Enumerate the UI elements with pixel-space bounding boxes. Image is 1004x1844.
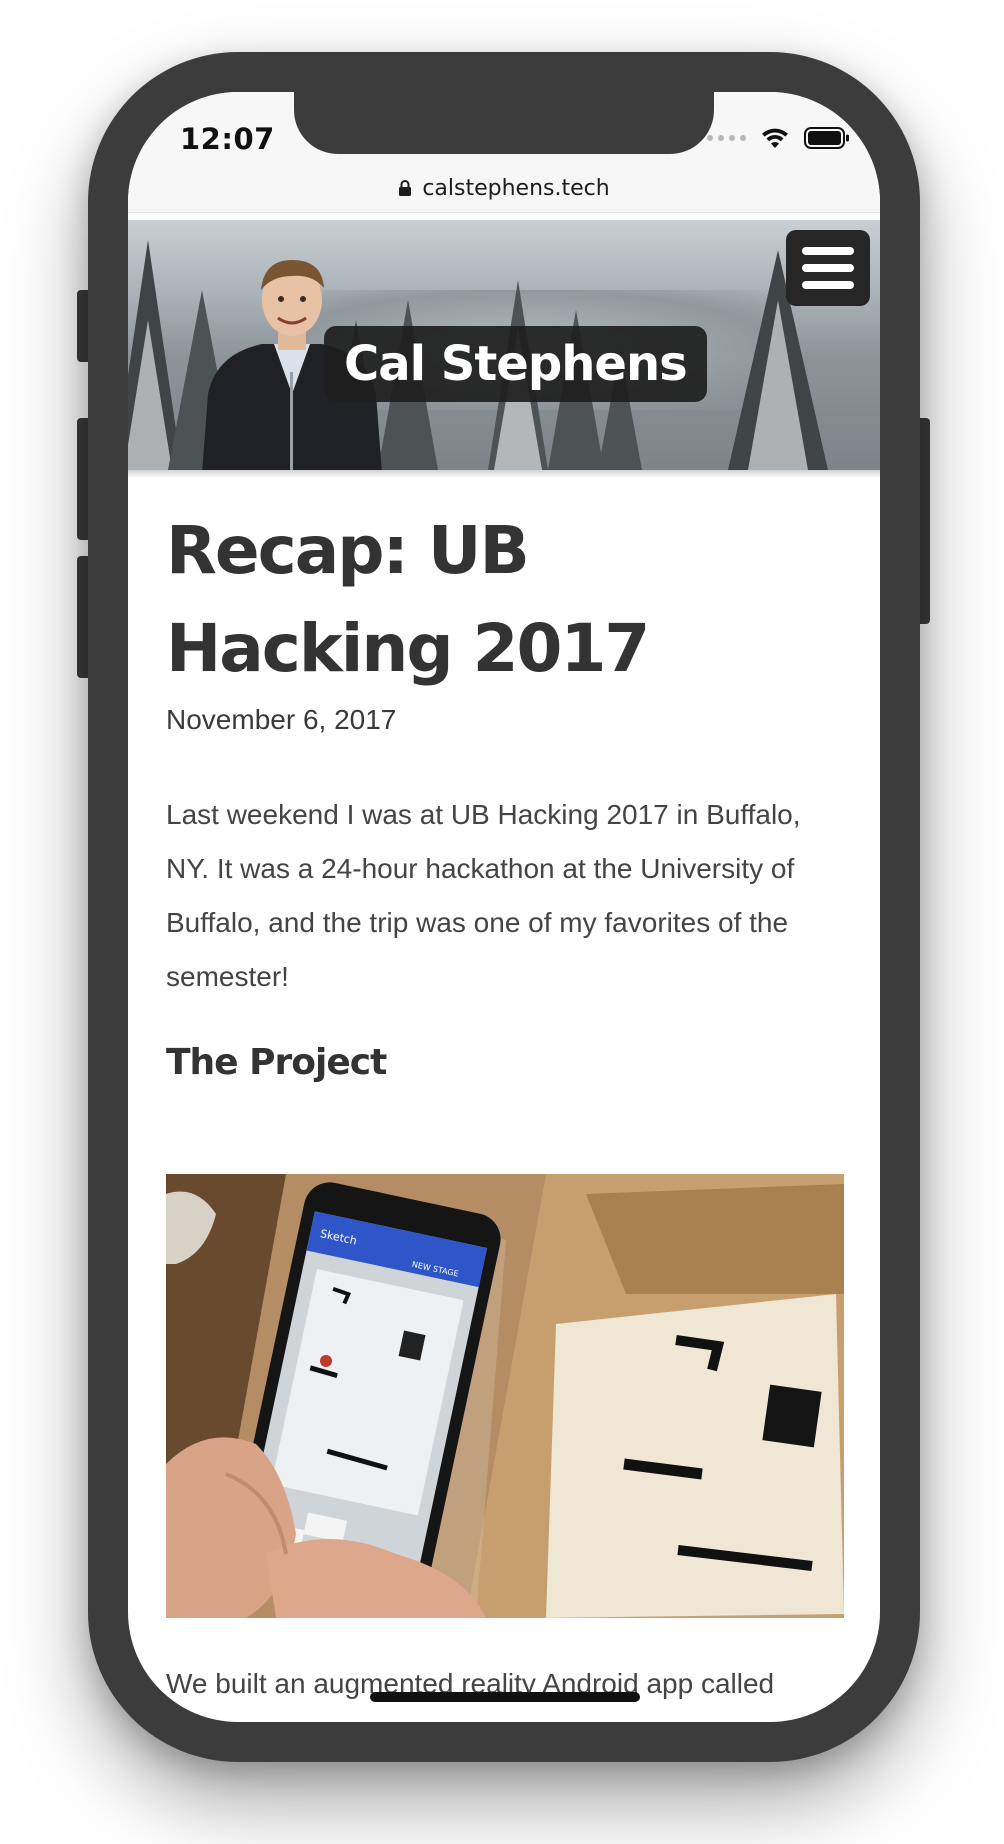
- header-shadow: [128, 470, 880, 478]
- status-icons: [707, 126, 850, 150]
- site-title[interactable]: Cal Stephens: [324, 326, 707, 402]
- banner-snow: [128, 320, 172, 470]
- project-photo-illustration: Sketch NEW STAGE: [166, 1174, 844, 1618]
- phone-screen: 12:07 calstephens.tech Cal Stephens Reca…: [128, 92, 880, 1722]
- home-indicator[interactable]: [370, 1692, 640, 1702]
- hamburger-menu-icon[interactable]: [786, 230, 870, 306]
- post-date: November 6, 2017: [166, 704, 397, 735]
- battery-icon: [804, 127, 849, 149]
- url-text[interactable]: calstephens.tech: [422, 176, 609, 201]
- site-header-banner: Cal Stephens: [128, 220, 880, 470]
- lock-icon: [399, 180, 412, 196]
- status-time: 12:07: [180, 122, 275, 156]
- address-bar[interactable]: calstephens.tech: [128, 164, 880, 213]
- banner-snow: [748, 300, 808, 470]
- cellular-signal-icon: [707, 135, 746, 141]
- post-intro-paragraph: Last weekend I was at UB Hacking 2017 in…: [166, 799, 801, 992]
- post-title: Recap: UB Hacking 2017: [166, 512, 650, 687]
- wifi-icon: [762, 128, 788, 148]
- device-notch: [294, 92, 714, 154]
- article: Recap: UB Hacking 2017 November 6, 2017 …: [166, 502, 846, 1083]
- section-heading: The Project: [166, 1042, 387, 1083]
- project-photo: Sketch NEW STAGE: [166, 1174, 844, 1618]
